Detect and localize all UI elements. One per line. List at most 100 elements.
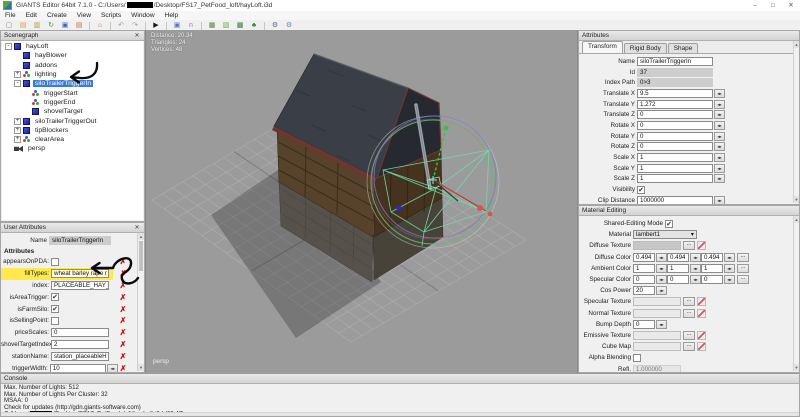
tree-node[interactable]: +lighting (2, 70, 143, 79)
color-picker-button[interactable]: ... (737, 275, 749, 284)
value-stepper[interactable]: ◂▸ (656, 253, 667, 262)
value-stepper[interactable]: ◂▸ (714, 100, 725, 109)
material-scrollbar[interactable]: ▲ ▼ (793, 216, 799, 371)
field-value[interactable]: 1 (637, 164, 713, 173)
expander-icon[interactable]: - (14, 80, 21, 87)
value-stepper[interactable]: ◂▸ (724, 264, 735, 273)
color-component-field[interactable]: 0 (633, 275, 655, 284)
scroll-up-icon[interactable]: ▲ (794, 216, 799, 223)
remove-attribute-button[interactable]: ✗ (118, 340, 128, 349)
tree-node[interactable]: -hayLoft (2, 42, 143, 51)
expander-icon[interactable]: + (14, 136, 21, 143)
value-stepper[interactable]: ◂▸ (690, 264, 701, 273)
tree-node[interactable]: +siloTrailerTriggerOut (2, 116, 143, 125)
attribute-value-field[interactable]: station_placeableH (51, 352, 109, 361)
user-attributes-scrollbar[interactable]: ▲ ▼ (137, 233, 144, 371)
value-stepper[interactable]: ◂▸ (656, 286, 667, 295)
color-picker-button[interactable]: ... (737, 253, 749, 262)
material-panel-titlebar[interactable]: Material Editing (579, 206, 799, 216)
attribute-value-field[interactable]: 0 (51, 328, 109, 337)
browse-texture-button[interactable]: ... (683, 331, 695, 340)
attribute-checkbox[interactable]: ✔ (51, 293, 59, 301)
value-stepper[interactable]: ◂▸ (107, 364, 118, 373)
value-stepper[interactable]: ◂▸ (690, 253, 701, 262)
scroll-up-icon[interactable]: ▲ (794, 41, 799, 48)
tab-transform[interactable]: Transform (582, 41, 623, 53)
value-stepper[interactable]: ◂▸ (714, 164, 725, 173)
tree-node[interactable]: shovelTarget (2, 107, 143, 116)
remove-texture-icon[interactable] (697, 309, 706, 318)
color-component-field[interactable]: 0 (667, 275, 689, 284)
attributes-scrollbar[interactable]: ▲ ▼ (793, 41, 799, 203)
material-dropdown[interactable]: lambert1▾ (633, 230, 697, 239)
value-stepper[interactable]: ◂▸ (714, 89, 725, 98)
field-value[interactable]: 0 (637, 121, 713, 130)
value-stepper[interactable]: ◂▸ (690, 275, 701, 284)
menu-create[interactable]: Create (42, 12, 72, 19)
tree-node[interactable]: triggerStart (2, 88, 143, 97)
remove-attribute-button[interactable]: ✗ (118, 293, 128, 302)
color-component-field[interactable]: 0.494 (701, 253, 723, 262)
remove-attribute-button[interactable]: ✗ (118, 364, 128, 373)
texture-field[interactable] (633, 342, 681, 351)
value-stepper[interactable]: ◂▸ (724, 275, 735, 284)
close-panel-icon[interactable]: ✕ (133, 32, 141, 39)
color-component-field[interactable]: 1 (667, 264, 689, 273)
field-value[interactable]: 1.272 (637, 100, 713, 109)
remove-attribute-button[interactable]: ✗ (118, 328, 128, 337)
close-button[interactable]: ✕ (782, 0, 800, 11)
tab-shape[interactable]: Shape (668, 43, 698, 53)
viewport-3d[interactable]: Distance: 20.34 Triangles: 24 Vertices: … (145, 30, 578, 373)
scroll-down-icon[interactable]: ▼ (794, 364, 799, 371)
remove-attribute-button[interactable]: ✗ (118, 281, 128, 290)
value-stepper[interactable]: ◂▸ (656, 320, 667, 329)
material-checkbox[interactable] (633, 354, 641, 362)
field-value[interactable]: 0 (637, 132, 713, 141)
tree-node[interactable]: hayBlower (2, 51, 143, 60)
field-value[interactable]: siloTrailerTriggerIn (637, 57, 713, 66)
color-component-field[interactable]: 0 (701, 275, 723, 284)
value-stepper[interactable]: ◂▸ (656, 264, 667, 273)
remove-attribute-button[interactable]: ✗ (118, 352, 128, 361)
menu-view[interactable]: View (72, 12, 96, 19)
value-stepper[interactable]: ◂▸ (714, 142, 725, 151)
browse-texture-button[interactable]: ... (683, 342, 695, 351)
tree-node[interactable]: +clearArea (2, 135, 143, 144)
tree-node[interactable]: addons (2, 61, 143, 70)
color-component-field[interactable]: 1 (701, 264, 723, 273)
remove-attribute-button[interactable]: ✗ (118, 257, 128, 266)
field-value[interactable]: 1 (637, 174, 713, 183)
color-picker-button[interactable]: ... (737, 264, 749, 273)
scroll-up-icon[interactable]: ▲ (138, 233, 144, 240)
y-axis-handle[interactable] (443, 125, 448, 130)
value-stepper[interactable]: ◂▸ (656, 275, 667, 284)
remove-texture-icon[interactable] (697, 331, 706, 340)
value-stepper[interactable]: ◂▸ (714, 174, 725, 183)
texture-field[interactable] (633, 241, 681, 250)
value-stepper[interactable]: ◂▸ (714, 132, 725, 141)
browse-texture-button[interactable]: ... (683, 241, 695, 250)
value-stepper[interactable]: ◂▸ (714, 153, 725, 162)
expander-icon[interactable]: - (5, 43, 12, 50)
value-stepper[interactable]: ◂▸ (714, 196, 725, 205)
field-value[interactable]: 0 (637, 142, 713, 151)
x-axis-handle[interactable] (477, 205, 483, 211)
field-value[interactable]: 9.5 (637, 89, 713, 98)
remove-attribute-button[interactable]: ✗ (118, 316, 128, 325)
remove-texture-icon[interactable] (697, 297, 706, 306)
attribute-checkbox[interactable] (51, 317, 59, 325)
material-value-field[interactable]: 20 (633, 286, 655, 295)
expander-icon[interactable]: + (14, 71, 21, 78)
tree-node[interactable]: -siloTrailerTriggerIn (2, 79, 143, 88)
attribute-value-field[interactable]: wheat barley rape r (51, 269, 109, 278)
expander-icon[interactable]: + (14, 127, 21, 134)
field-value[interactable]: 0 (637, 110, 713, 119)
remove-attribute-button[interactable]: ✗ (118, 305, 128, 314)
color-component-field[interactable]: 0.494 (667, 253, 689, 262)
texture-field[interactable] (633, 331, 681, 340)
attributes-panel-titlebar[interactable]: Attributes (579, 31, 799, 41)
texture-field[interactable] (633, 297, 681, 306)
attribute-value-field[interactable]: 2 (51, 340, 109, 349)
maximize-button[interactable]: □ (764, 0, 782, 11)
tree-node[interactable]: persp (2, 144, 143, 153)
